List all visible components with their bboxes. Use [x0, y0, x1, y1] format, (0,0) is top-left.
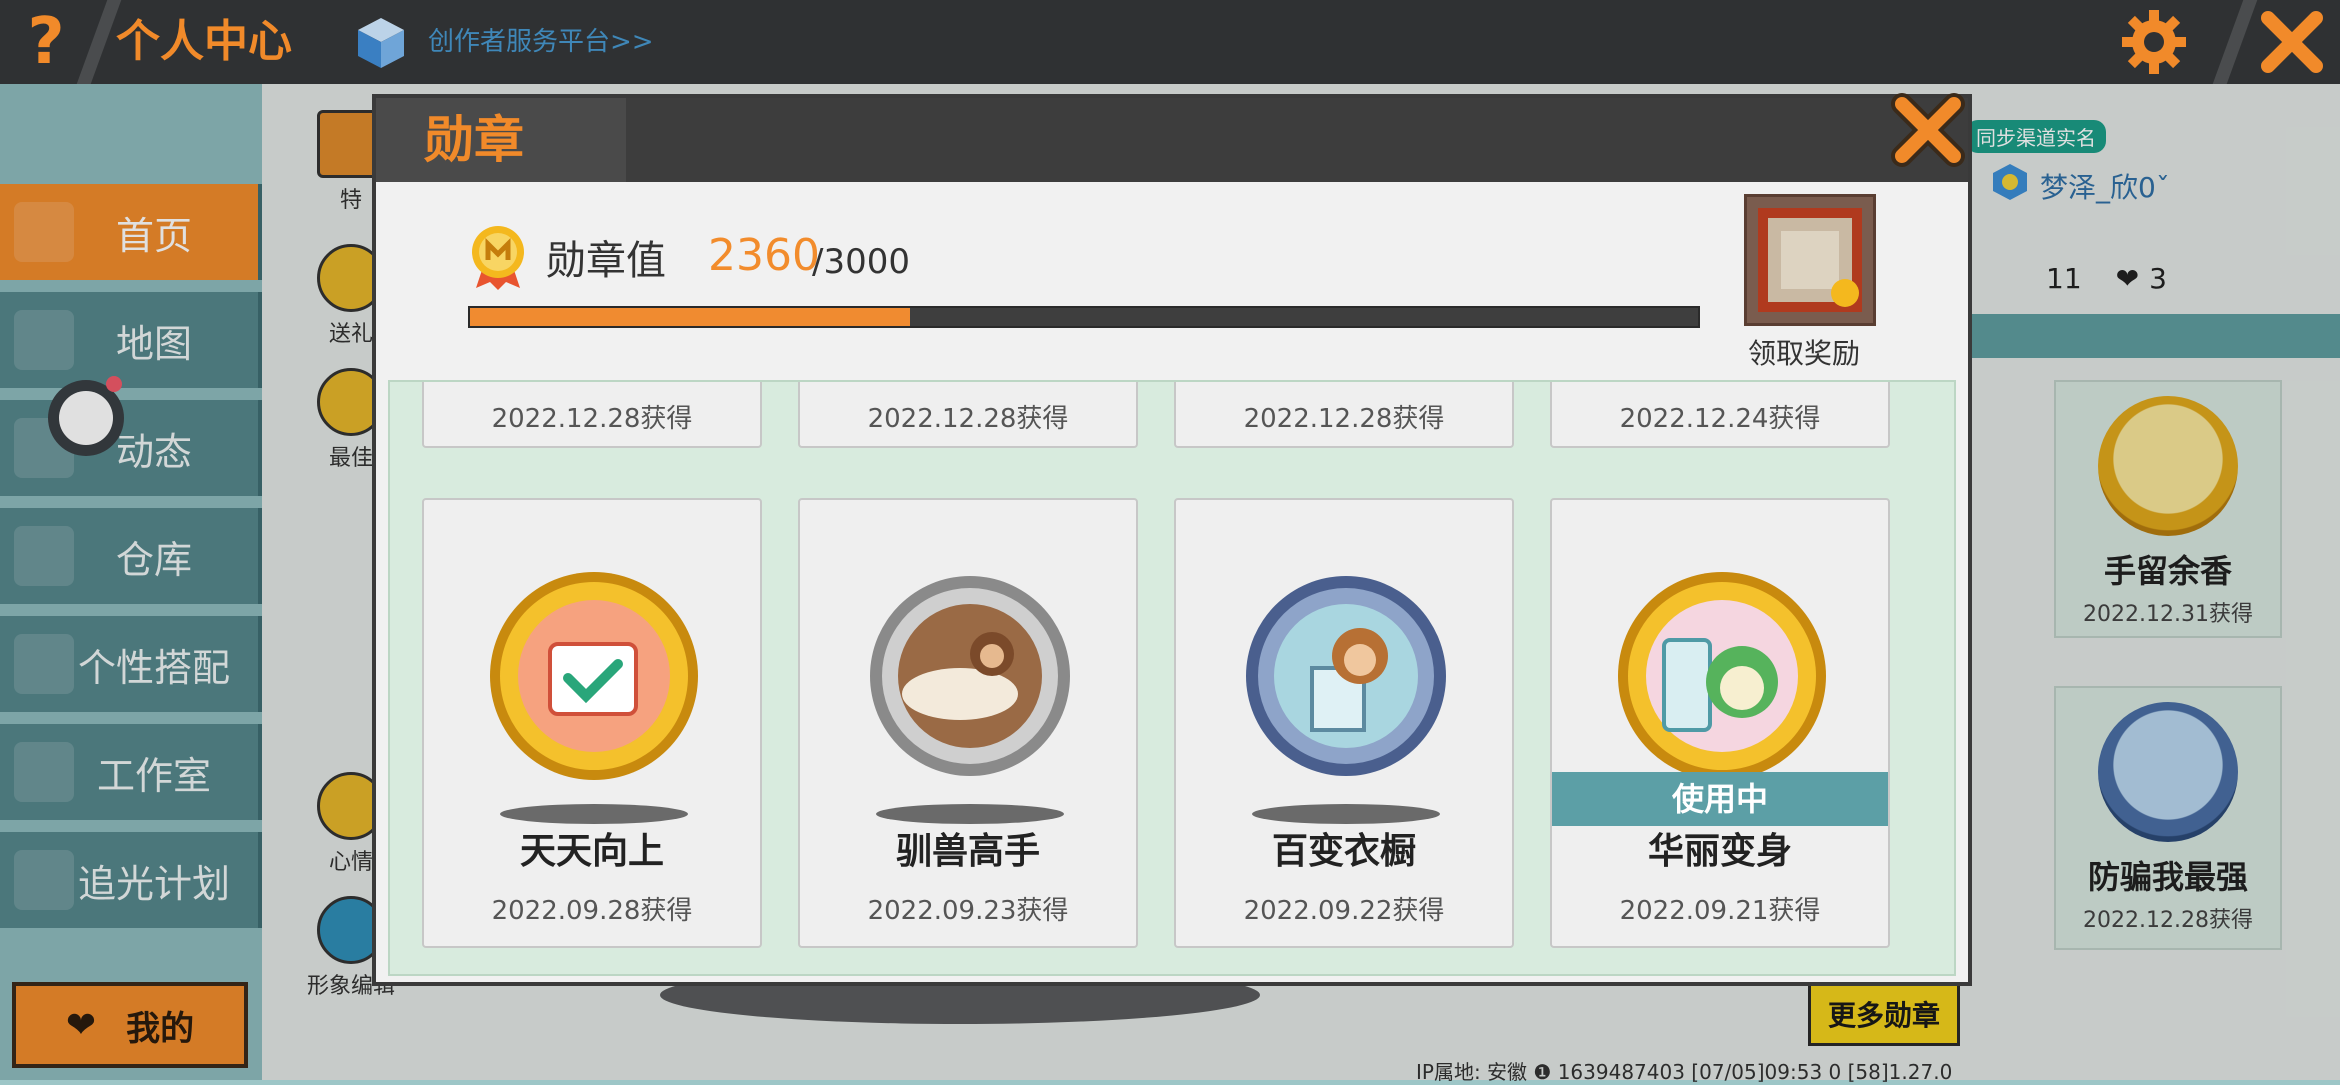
creator-platform-link[interactable]: 创作者服务平台>>	[428, 22, 654, 62]
badge-grid: 2022.12.28获得 2022.12.28获得 2022.12.28获得 2…	[388, 380, 1956, 976]
badge-shadow	[500, 804, 688, 824]
badge-date: 2022.12.24获得	[1619, 404, 1821, 434]
transform-badge-icon	[1618, 572, 1826, 780]
badge-name: 驯兽高手	[895, 831, 1040, 872]
badge-date: 2022.12.28获得	[867, 404, 1069, 434]
badge-card[interactable]: 2022.12.28获得	[1174, 382, 1514, 448]
in-use-tag: 使用中	[1552, 772, 1888, 826]
badge-shadow	[876, 804, 1064, 824]
badge-progress-bar	[468, 306, 1700, 328]
claim-reward-label[interactable]: 领取奖励	[1748, 332, 1860, 372]
wardrobe-badge-icon	[1246, 576, 1446, 776]
badge-card[interactable]: 2022.12.24获得	[1550, 382, 1890, 448]
reward-frame-icon[interactable]	[1744, 194, 1876, 326]
cube-icon	[358, 18, 404, 68]
divider	[2212, 0, 2258, 84]
badge-name: 天天向上	[519, 831, 664, 872]
badge-date: 2022.09.21获得	[1619, 896, 1821, 926]
progress-fill	[470, 308, 911, 326]
animal-tamer-badge-icon	[870, 576, 1070, 776]
badge-card[interactable]: 使用中 华丽变身 2022.09.21获得	[1550, 498, 1890, 948]
badge-card[interactable]: 驯兽高手 2022.09.23获得	[798, 498, 1138, 948]
badge-date: 2022.09.23获得	[867, 896, 1069, 926]
badge-shadow	[1252, 804, 1440, 824]
close-icon[interactable]	[1886, 88, 1970, 172]
badge-card[interactable]: 百变衣橱 2022.09.22获得	[1174, 498, 1514, 948]
badge-date: 2022.09.22获得	[1243, 896, 1445, 926]
badge-card[interactable]: 2022.12.28获得	[798, 382, 1138, 448]
top-bar: ? 个人中心 创作者服务平台>>	[0, 0, 2340, 84]
badge-value-label: 勋章值	[546, 238, 666, 284]
badge-modal: 勋章 勋章值 2360 /3000 领取奖励 2022.12.28获得 2022…	[372, 93, 1972, 986]
close-icon[interactable]	[2256, 6, 2328, 78]
badge-name: 百变衣橱	[1271, 831, 1416, 872]
badge-card[interactable]: 2022.12.28获得	[422, 382, 762, 448]
calendar-badge-icon	[490, 572, 698, 780]
medal-icon	[472, 226, 524, 290]
badge-card[interactable]: 天天向上 2022.09.28获得	[422, 498, 762, 948]
gear-icon[interactable]	[2120, 8, 2188, 76]
badge-date: 2022.12.28获得	[1243, 404, 1445, 434]
badge-value-max: /3000	[812, 242, 910, 282]
help-icon[interactable]: ?	[0, 0, 92, 84]
badge-name: 华丽变身	[1647, 831, 1792, 872]
badge-date: 2022.09.28获得	[491, 896, 693, 926]
badge-date: 2022.12.28获得	[491, 404, 693, 434]
badge-value: 2360	[708, 230, 820, 281]
page-title: 个人中心	[116, 16, 292, 67]
modal-header: 勋章	[376, 98, 1968, 182]
modal-title: 勋章	[424, 111, 524, 169]
